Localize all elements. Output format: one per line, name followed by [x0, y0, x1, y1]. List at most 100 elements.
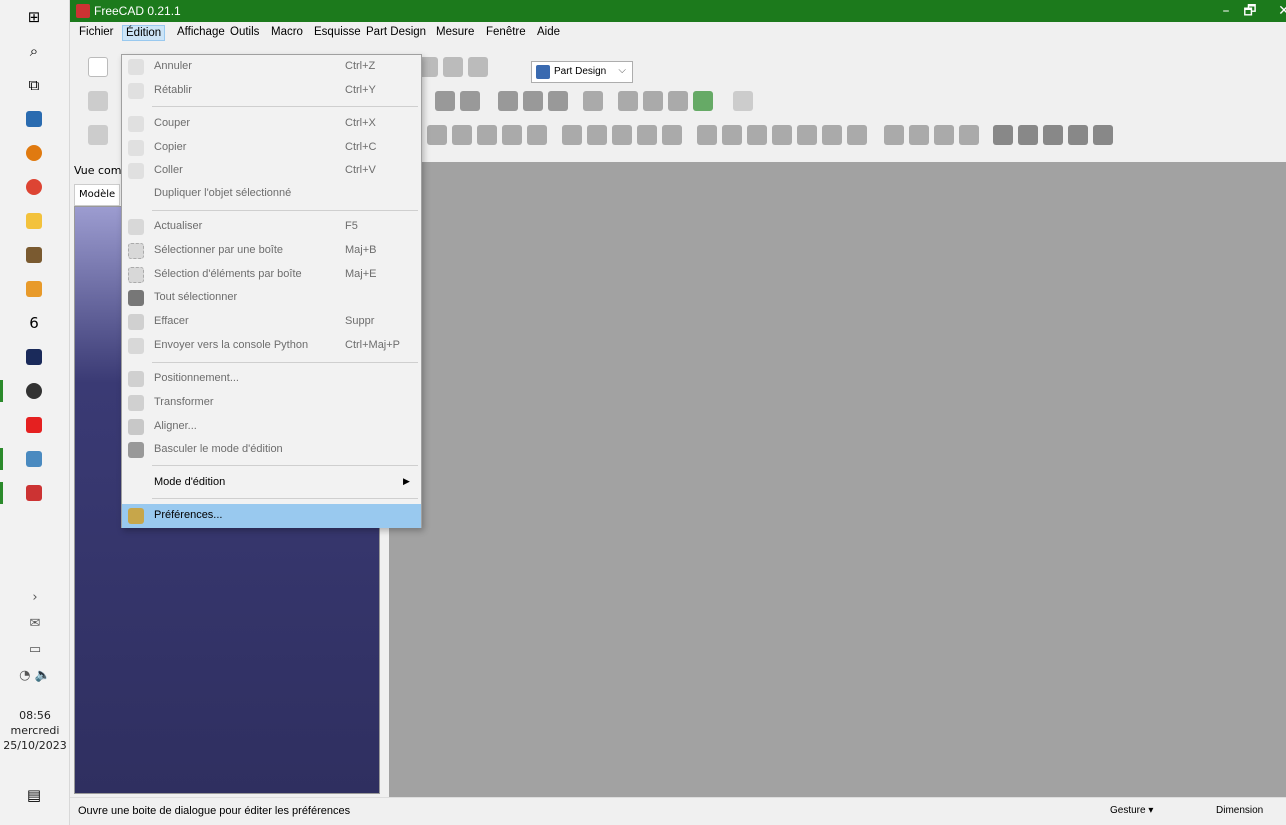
menu-part-design[interactable]: Part Design: [363, 25, 429, 39]
part-icon[interactable]: [618, 91, 638, 111]
xampp-icon[interactable]: [22, 380, 46, 402]
sketch-icon[interactable]: [427, 125, 447, 145]
draft-icon[interactable]: [797, 125, 817, 145]
app-k-icon[interactable]: [22, 108, 46, 130]
menu-item-tout-selectionner[interactable]: Tout sélectionner: [122, 286, 421, 310]
view-right-icon[interactable]: [498, 91, 518, 111]
view-icon[interactable]: [468, 57, 488, 77]
mirror-icon[interactable]: [884, 125, 904, 145]
search-icon[interactable]: ⌕: [22, 40, 46, 62]
navigation-style-button[interactable]: Gesture ▾: [1110, 805, 1153, 816]
menu-bar: Fichier Édition Affichage Outils Macro E…: [70, 22, 1286, 44]
wifi-sound-icon[interactable]: ◔ 🔈: [0, 668, 70, 694]
battery-icon[interactable]: ▭: [0, 642, 70, 668]
linear-pattern-icon[interactable]: [909, 125, 929, 145]
chamfer-icon[interactable]: [772, 125, 792, 145]
chevron-down-icon: ⌵: [618, 65, 626, 76]
fillet-icon[interactable]: [747, 125, 767, 145]
multitransform-icon[interactable]: [959, 125, 979, 145]
groove-icon[interactable]: [697, 125, 717, 145]
menu-item-basculer-edition[interactable]: Basculer le mode d'édition: [122, 438, 421, 462]
menu-item-copier[interactable]: Copier Ctrl+C: [122, 136, 421, 160]
menu-edition[interactable]: Édition: [122, 25, 166, 41]
menu-item-preferences[interactable]: Préférences...: [122, 504, 421, 528]
tab-modele[interactable]: Modèle: [74, 184, 120, 206]
app-orange-icon[interactable]: [22, 278, 46, 300]
menu-item-effacer[interactable]: Effacer Suppr: [122, 310, 421, 334]
datum-icon[interactable]: [452, 125, 472, 145]
menu-esquisse[interactable]: Esquisse: [311, 25, 364, 39]
workbench-selector[interactable]: Part Design ⌵: [531, 61, 633, 83]
menu-item-retablir[interactable]: Rétablir Ctrl+Y: [122, 79, 421, 103]
clock-date: 25/10/2023: [3, 739, 67, 752]
view-top-icon[interactable]: [460, 91, 480, 111]
chrome-icon[interactable]: [22, 176, 46, 198]
menu-macro[interactable]: Macro: [268, 25, 306, 39]
view-front-icon[interactable]: [435, 91, 455, 111]
view-bottom-icon[interactable]: [548, 91, 568, 111]
menu-aide[interactable]: Aide: [534, 25, 563, 39]
shape-binder-icon[interactable]: [1043, 125, 1063, 145]
library-icon[interactable]: [22, 244, 46, 266]
menu-item-couper[interactable]: Couper Ctrl+X: [122, 112, 421, 136]
new-file-icon[interactable]: [88, 57, 108, 77]
group-icon[interactable]: [643, 91, 663, 111]
youtube-icon[interactable]: [22, 414, 46, 436]
app-6-icon[interactable]: 6: [22, 312, 46, 334]
task-view-icon[interactable]: ⧉: [22, 74, 46, 96]
menu-item-console-python[interactable]: Envoyer vers la console Python Ctrl+Maj+…: [122, 334, 421, 358]
menu-fichier[interactable]: Fichier: [76, 25, 117, 39]
menu-item-annuler[interactable]: Annuler Ctrl+Z: [122, 55, 421, 79]
whats-this-icon[interactable]: [733, 91, 753, 111]
menu-outils[interactable]: Outils: [227, 25, 262, 39]
app-dark-blue-icon[interactable]: [22, 346, 46, 368]
dimension-button[interactable]: Dimension: [1216, 805, 1263, 816]
menu-item-dupliquer[interactable]: Dupliquer l'objet sélectionné: [122, 182, 421, 206]
3d-view[interactable]: [389, 162, 1286, 797]
notification-icon[interactable]: ▤: [22, 784, 46, 806]
clone-icon[interactable]: [1068, 125, 1088, 145]
menu-item-selection-boite[interactable]: Sélectionner par une boîte Maj+B: [122, 239, 421, 263]
menu-mesure[interactable]: Mesure: [433, 25, 477, 39]
mail-icon[interactable]: ✉: [0, 616, 70, 642]
app-search-orange-icon[interactable]: [22, 142, 46, 164]
chevron-right-icon[interactable]: ›: [0, 590, 70, 616]
link-icon[interactable]: [668, 91, 688, 111]
boolean-icon[interactable]: [993, 125, 1013, 145]
menu-item-actualiser[interactable]: Actualiser F5: [122, 215, 421, 239]
menu-item-coller[interactable]: Coller Ctrl+V: [122, 159, 421, 183]
loft-icon[interactable]: [562, 125, 582, 145]
hole-icon[interactable]: [722, 125, 742, 145]
helix-icon[interactable]: [612, 125, 632, 145]
subtractive-icon[interactable]: [662, 125, 682, 145]
measure-icon[interactable]: [583, 91, 603, 111]
revolve-icon[interactable]: [527, 125, 547, 145]
menu-item-mode-edition[interactable]: Mode d'édition ▶: [122, 471, 421, 495]
pocket-icon[interactable]: [502, 125, 522, 145]
sweep-icon[interactable]: [587, 125, 607, 145]
body-icon[interactable]: [1018, 125, 1038, 145]
menu-item-positionnement[interactable]: Positionnement...: [122, 367, 421, 391]
view-rear-icon[interactable]: [523, 91, 543, 111]
close-button[interactable]: ✕: [1264, 0, 1286, 22]
pad-icon[interactable]: [477, 125, 497, 145]
menu-item-transformer[interactable]: Transformer: [122, 391, 421, 415]
thickness-icon[interactable]: [822, 125, 842, 145]
app-network-icon[interactable]: [22, 448, 46, 470]
view-icon[interactable]: [443, 57, 463, 77]
menu-item-selection-elements[interactable]: Sélection d'éléments par boîte Maj+E: [122, 263, 421, 287]
menu-item-aligner[interactable]: Aligner...: [122, 415, 421, 439]
menu-affichage[interactable]: Affichage: [174, 25, 228, 39]
freecad-taskbar-icon[interactable]: [22, 482, 46, 504]
menu-fenetre[interactable]: Fenêtre: [483, 25, 529, 39]
undo-icon[interactable]: [88, 125, 108, 145]
subtractive-primitive-icon[interactable]: [847, 125, 867, 145]
clock[interactable]: 08:56 mercredi 25/10/2023: [0, 708, 70, 753]
zoom-icon[interactable]: [88, 91, 108, 111]
primitive-icon[interactable]: [637, 125, 657, 145]
link-actions-icon[interactable]: [693, 91, 713, 111]
windows-start-icon[interactable]: ⊞: [22, 6, 46, 28]
polar-pattern-icon[interactable]: [934, 125, 954, 145]
file-explorer-icon[interactable]: [22, 210, 46, 232]
sprocket-icon[interactable]: [1093, 125, 1113, 145]
